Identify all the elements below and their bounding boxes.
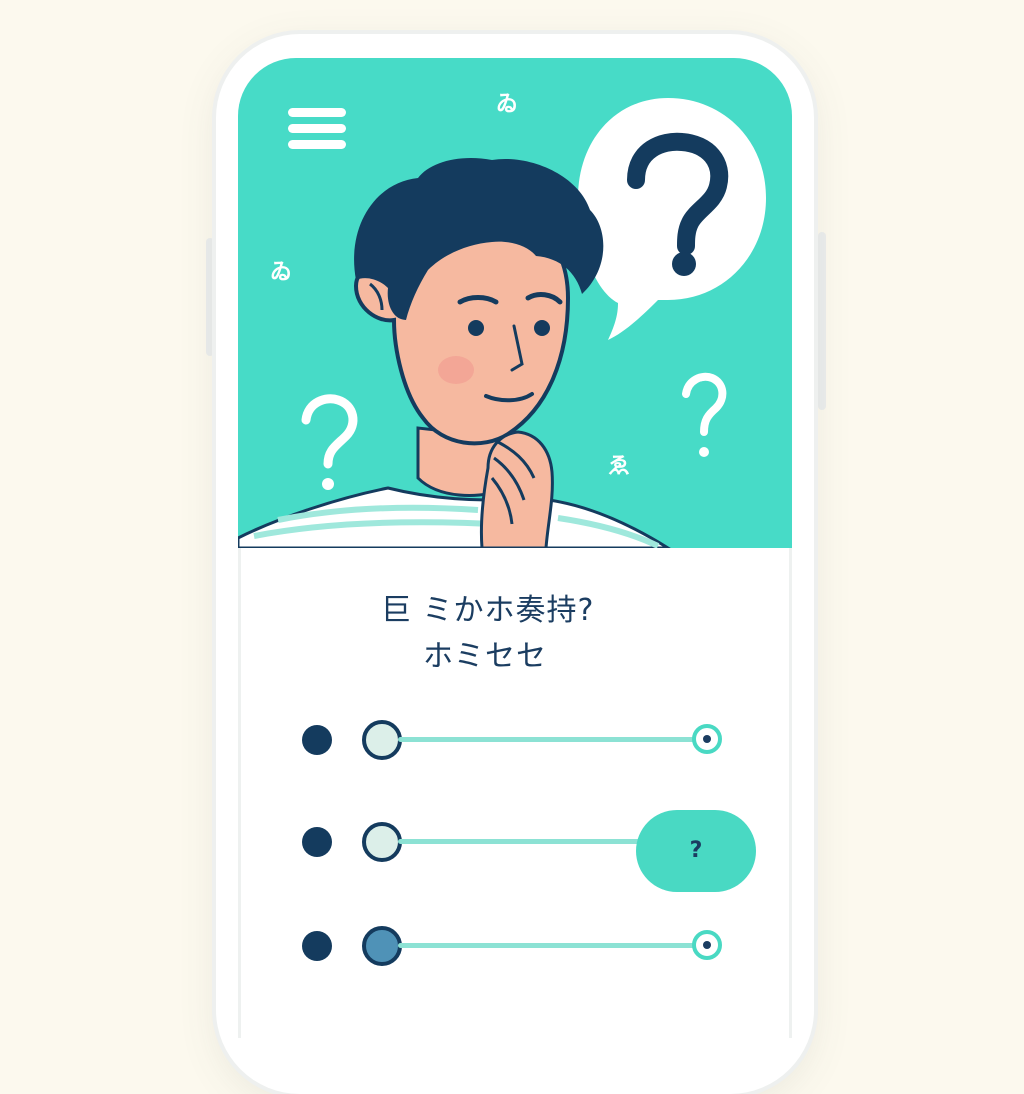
hint-button[interactable]: ? bbox=[636, 810, 756, 892]
floating-question-mark-icon bbox=[682, 372, 727, 457]
floating-glyph: ゐ bbox=[496, 92, 519, 117]
answer-track bbox=[398, 737, 716, 742]
radio-icon[interactable] bbox=[362, 822, 402, 862]
radio-icon[interactable] bbox=[362, 720, 402, 760]
bullet-icon bbox=[302, 725, 332, 755]
answer-track bbox=[398, 943, 708, 948]
bullet-icon bbox=[302, 827, 332, 857]
person-shirt bbox=[238, 486, 671, 548]
floating-question-mark-icon bbox=[301, 394, 358, 490]
question-text: 巨 ミかホ奏持? ホミセセ bbox=[381, 588, 681, 680]
hero-illustration: ゐ ゐ ゑ bbox=[238, 58, 792, 548]
radio-icon-selected[interactable] bbox=[362, 926, 402, 966]
hamburger-menu-icon[interactable] bbox=[286, 106, 350, 158]
bullet-icon bbox=[302, 931, 332, 961]
target-dot-icon bbox=[692, 724, 722, 754]
answer-option-3[interactable] bbox=[298, 916, 768, 976]
answer-option-1[interactable] bbox=[298, 710, 768, 770]
phone-side-button-right bbox=[818, 232, 826, 410]
phone-side-button-left bbox=[206, 238, 214, 356]
target-dot-icon bbox=[692, 930, 722, 960]
question-line-1: 巨 ミかホ奏持? bbox=[381, 593, 595, 628]
person-hand bbox=[479, 430, 554, 548]
question-line-2: ホミセセ bbox=[423, 639, 547, 674]
app-screen: ゐ ゐ ゑ 巨 ミかホ奏持? ホミセセ ? bbox=[238, 58, 792, 1038]
floating-glyph: ゑ bbox=[608, 454, 631, 479]
floating-glyph: ゐ bbox=[270, 260, 293, 285]
